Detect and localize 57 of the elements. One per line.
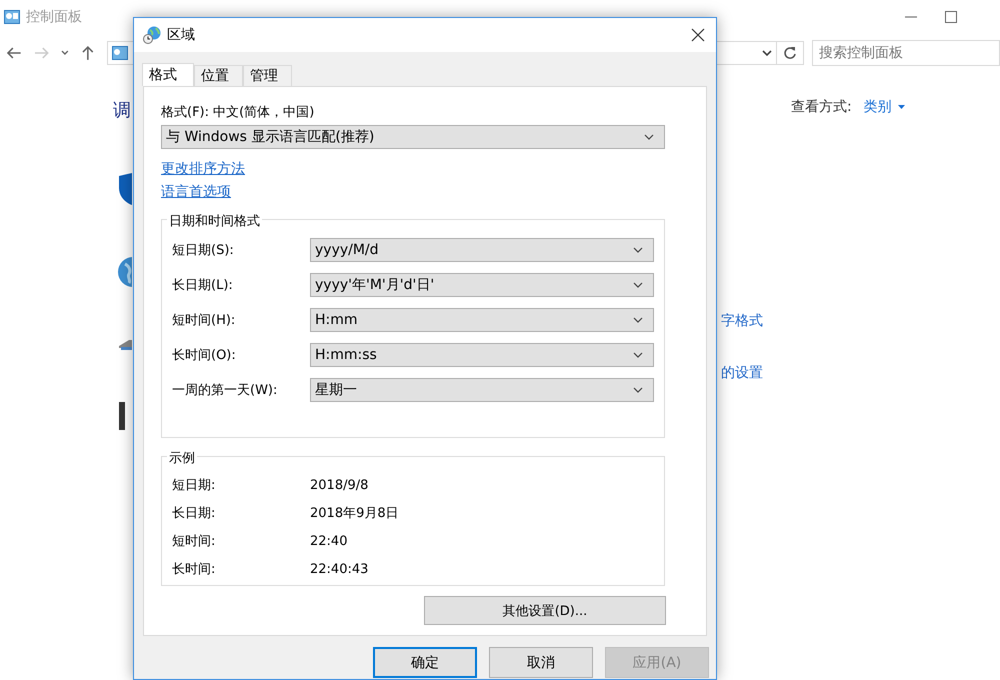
dropdown[interactable]: H:mm — [310, 308, 654, 332]
language-preferences-link[interactable]: 语言首选项 — [161, 183, 231, 201]
chevron-down-icon — [633, 282, 643, 288]
example-label: 短日期: — [172, 477, 216, 494]
globe-clock-icon — [143, 26, 161, 44]
dropdown[interactable]: yyyy/M/d — [310, 238, 654, 262]
format-label: 格式(F): 中文(简体，中国) — [161, 104, 316, 121]
example-label: 短时间: — [172, 533, 216, 550]
tab[interactable]: 格式 — [142, 63, 194, 86]
caret-icon — [898, 105, 905, 109]
control-panel-icon — [4, 10, 20, 24]
page-heading: 调 — [113, 99, 131, 122]
back-arrow-icon[interactable] — [6, 46, 22, 60]
dialog-title: 区域 — [167, 26, 195, 44]
field-label: 一周的第一天(W): — [172, 382, 278, 399]
category-link[interactable]: 字格式 — [721, 312, 905, 330]
sort-method-link[interactable]: 更改排序方法 — [161, 160, 245, 178]
example-value: 22:40 — [310, 534, 348, 548]
window-title: 控制面板 — [26, 8, 82, 26]
control-panel-icon — [112, 46, 128, 60]
refresh-icon[interactable] — [782, 46, 797, 60]
example-value: 22:40:43 — [310, 562, 368, 576]
more-settings-button[interactable]: 其他设置(D)... — [424, 596, 666, 625]
dialog-button[interactable]: 确定 — [373, 647, 477, 678]
close-icon[interactable] — [691, 28, 705, 42]
tab[interactable]: 位置 — [194, 65, 243, 86]
view-by-link[interactable]: 类别 — [864, 98, 905, 116]
dropdown[interactable]: yyyy'年'M'月'd'日' — [310, 273, 654, 297]
example-value: 2018年9月8日 — [310, 505, 399, 522]
search-field[interactable]: 搜索控制面板 — [812, 40, 1000, 66]
chevron-down-icon — [633, 387, 643, 393]
field-label: 长时间(O): — [172, 347, 237, 364]
field-label: 短时间(H): — [172, 312, 236, 329]
group-title: 日期和时间格式 — [167, 212, 262, 230]
tab[interactable]: 管理 — [243, 65, 292, 86]
field-label: 长日期(L): — [172, 277, 234, 294]
chevron-down-icon — [633, 352, 643, 358]
chevron-down-icon — [633, 247, 643, 253]
up-arrow-icon[interactable] — [81, 45, 95, 61]
bar-icon — [117, 402, 125, 430]
dropdown[interactable]: 与 Windows 显示语言匹配(推荐) — [161, 125, 665, 149]
dropdown[interactable]: 星期一 — [310, 378, 654, 402]
dialog-button[interactable]: 取消 — [489, 647, 593, 678]
category-link[interactable]: 的设置 — [721, 364, 905, 382]
field-label: 短日期(S): — [172, 242, 235, 259]
maximize-icon[interactable] — [945, 11, 957, 23]
view-by-label: 查看方式: — [791, 98, 852, 116]
chevron-down-icon — [644, 134, 654, 140]
chevron-down-icon[interactable] — [61, 50, 70, 56]
chevron-down-icon — [633, 317, 643, 323]
example-value: 2018/9/8 — [310, 478, 368, 492]
group-title: 示例 — [167, 449, 197, 467]
dropdown[interactable]: H:mm:ss — [310, 343, 654, 367]
chevron-down-icon[interactable] — [762, 50, 772, 56]
shield-icon — [117, 172, 132, 206]
example-label: 长时间: — [172, 561, 216, 578]
example-label: 长日期: — [172, 505, 216, 522]
